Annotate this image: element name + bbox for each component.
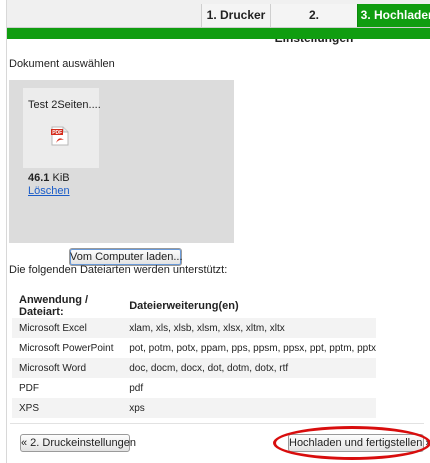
tab-upload[interactable]: 3. Hochladen (357, 4, 430, 27)
file-name: Test 2Seiten.... (28, 99, 101, 111)
column-header-application: Anwendung / Dateiart: (12, 294, 123, 318)
supported-types-table: Anwendung / Dateiart: Dateierweiterung(e… (12, 294, 376, 418)
extensions-cell: xlam, xls, xlsb, xlsm, xlsx, xltm, xltx (122, 318, 376, 338)
file-size-value: 46.1 (28, 172, 50, 184)
footer-divider (10, 423, 424, 424)
application-cell: Microsoft PowerPoint (12, 338, 123, 358)
table-row: Microsoft PowerPoint pot, potm, potx, pp… (12, 338, 376, 358)
column-header-extensions: Dateierweiterung(en) (122, 294, 376, 318)
supported-types-intro: Die folgenden Dateiarten werden unterstü… (9, 264, 228, 276)
back-to-print-settings-button[interactable]: « 2. Druckeinstellungen (20, 434, 136, 452)
file-size-unit: KiB (52, 172, 70, 184)
upload-and-finish-button[interactable]: Hochladen und fertigstellen » (288, 434, 430, 452)
table-row: Microsoft Word doc, docm, docx, dot, dot… (12, 358, 376, 378)
application-cell: PDF (12, 378, 123, 398)
table-row: Microsoft Excel xlam, xls, xlsb, xlsm, x… (12, 318, 376, 338)
wizard-tabbar: 1. Drucker 2. Einstellungen 3. Hochladen (7, 0, 430, 45)
application-cell: XPS (12, 398, 123, 418)
file-size: 46.1 KiB (28, 172, 70, 184)
accent-bar (7, 28, 430, 39)
extensions-cell: pot, potm, potx, ppam, pps, ppsm, ppsx, … (122, 338, 376, 358)
file-card: Test 2Seiten.... PDF 46.1 KiB Löschen (23, 88, 101, 200)
application-cell: Microsoft Excel (12, 318, 123, 338)
table-row: XPS xps (12, 398, 376, 418)
extensions-cell: pdf (122, 378, 376, 398)
tab-settings[interactable]: 2. Einstellungen (270, 4, 357, 45)
pdf-file-icon: PDF (51, 126, 69, 146)
file-card-preview: Test 2Seiten.... PDF (23, 88, 101, 168)
select-document-label: Dokument auswählen (9, 58, 115, 70)
application-cell: Microsoft Word (12, 358, 123, 378)
extensions-cell: doc, docm, docx, dot, dotm, dotx, rtf (122, 358, 376, 378)
tab-printer[interactable]: 1. Drucker (201, 4, 270, 27)
table-row: PDF pdf (12, 378, 376, 398)
delete-file-link[interactable]: Löschen (28, 185, 70, 197)
table-header-row: Anwendung / Dateiart: Dateierweiterung(e… (12, 294, 376, 318)
svg-text:PDF: PDF (52, 130, 62, 136)
extensions-cell: xps (122, 398, 376, 418)
